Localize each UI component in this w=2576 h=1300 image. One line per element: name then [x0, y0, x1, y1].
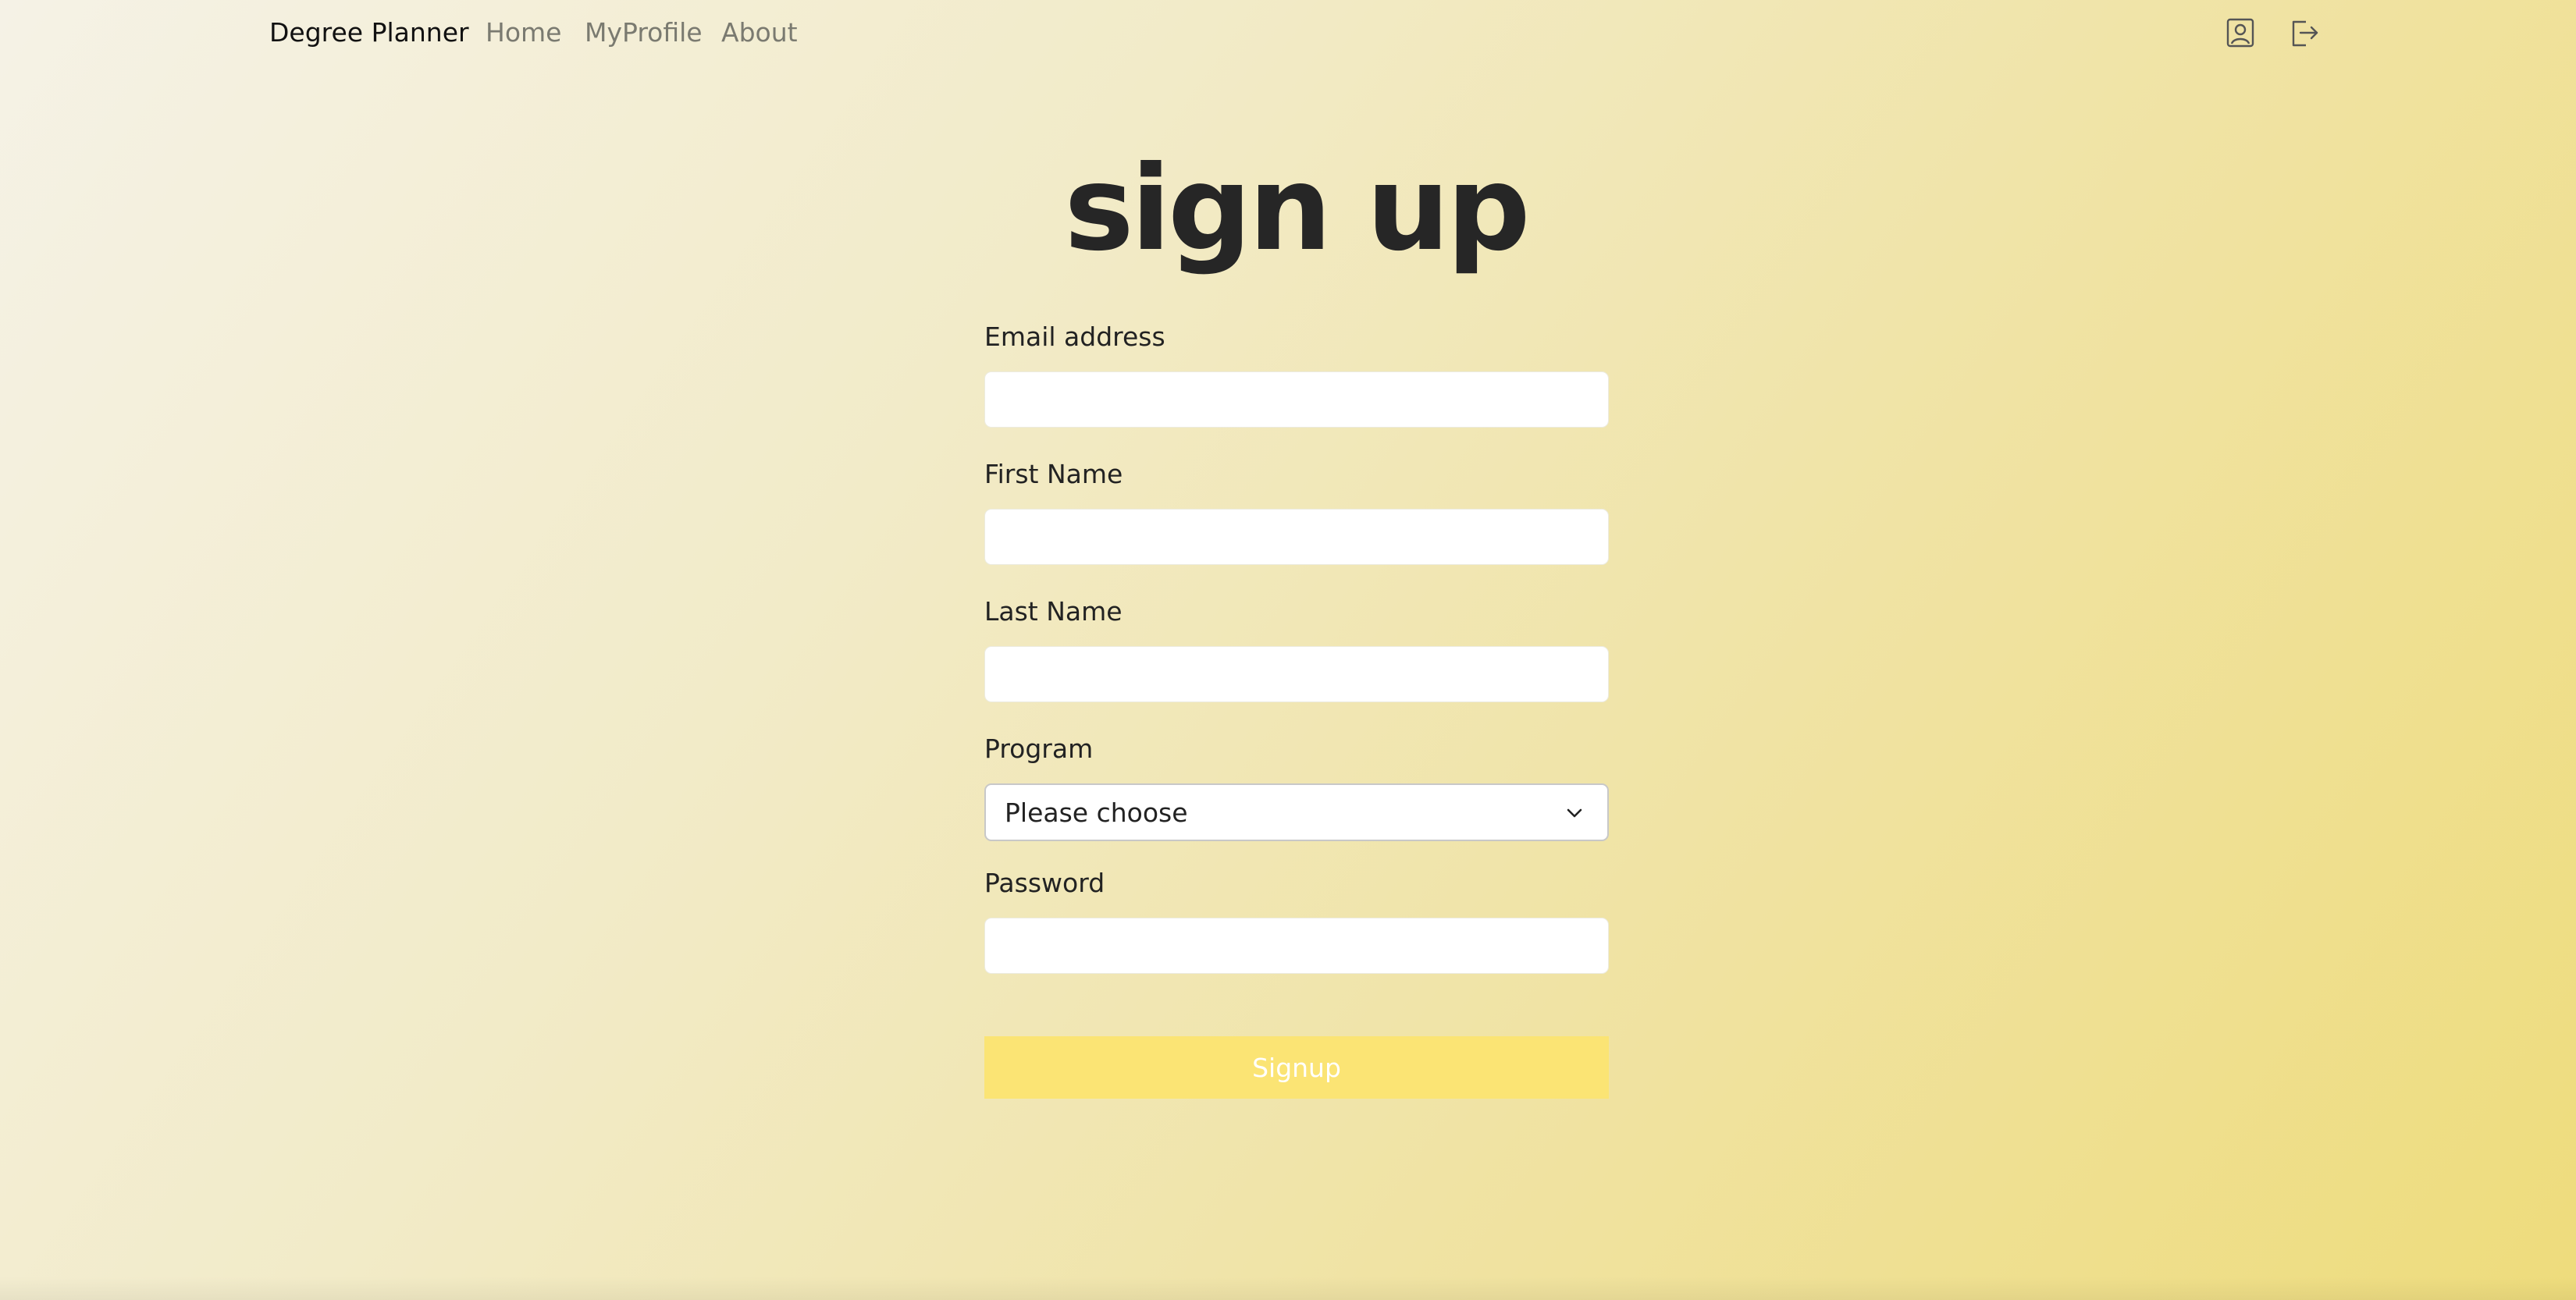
page-title: sign up	[1064, 141, 1530, 277]
password-label: Password	[984, 868, 1105, 898]
last-name-field[interactable]	[984, 646, 1609, 702]
last-name-group: Last Name	[984, 595, 1609, 702]
email-label: Email address	[984, 321, 1165, 352]
signup-button[interactable]: Signup	[984, 1036, 1609, 1099]
password-field[interactable]	[984, 918, 1609, 974]
logout-icon[interactable]	[2287, 16, 2322, 50]
first-name-label: First Name	[984, 459, 1123, 489]
bottom-shade	[0, 1277, 2576, 1300]
nav-link-myprofile[interactable]: MyProfile	[585, 16, 703, 50]
program-label: Program	[984, 733, 1094, 764]
first-name-field[interactable]	[984, 509, 1609, 565]
brand-link[interactable]: Degree Planner	[269, 16, 469, 50]
program-selected-value: Please choose	[1005, 797, 1188, 828]
email-field[interactable]	[984, 371, 1609, 428]
chevron-down-icon	[1564, 802, 1585, 824]
last-name-label: Last Name	[984, 596, 1123, 627]
program-group: Program Please choose	[984, 732, 1609, 841]
nav-link-home[interactable]: Home	[486, 16, 561, 50]
nav-link-about[interactable]: About	[721, 16, 798, 50]
password-group: Password	[984, 866, 1609, 974]
user-profile-icon[interactable]	[2223, 16, 2258, 50]
navbar: Degree Planner Home MyProfile About	[0, 0, 2576, 66]
program-select[interactable]: Please choose	[984, 783, 1609, 841]
first-name-group: First Name	[984, 457, 1609, 565]
email-group: Email address	[984, 320, 1609, 428]
